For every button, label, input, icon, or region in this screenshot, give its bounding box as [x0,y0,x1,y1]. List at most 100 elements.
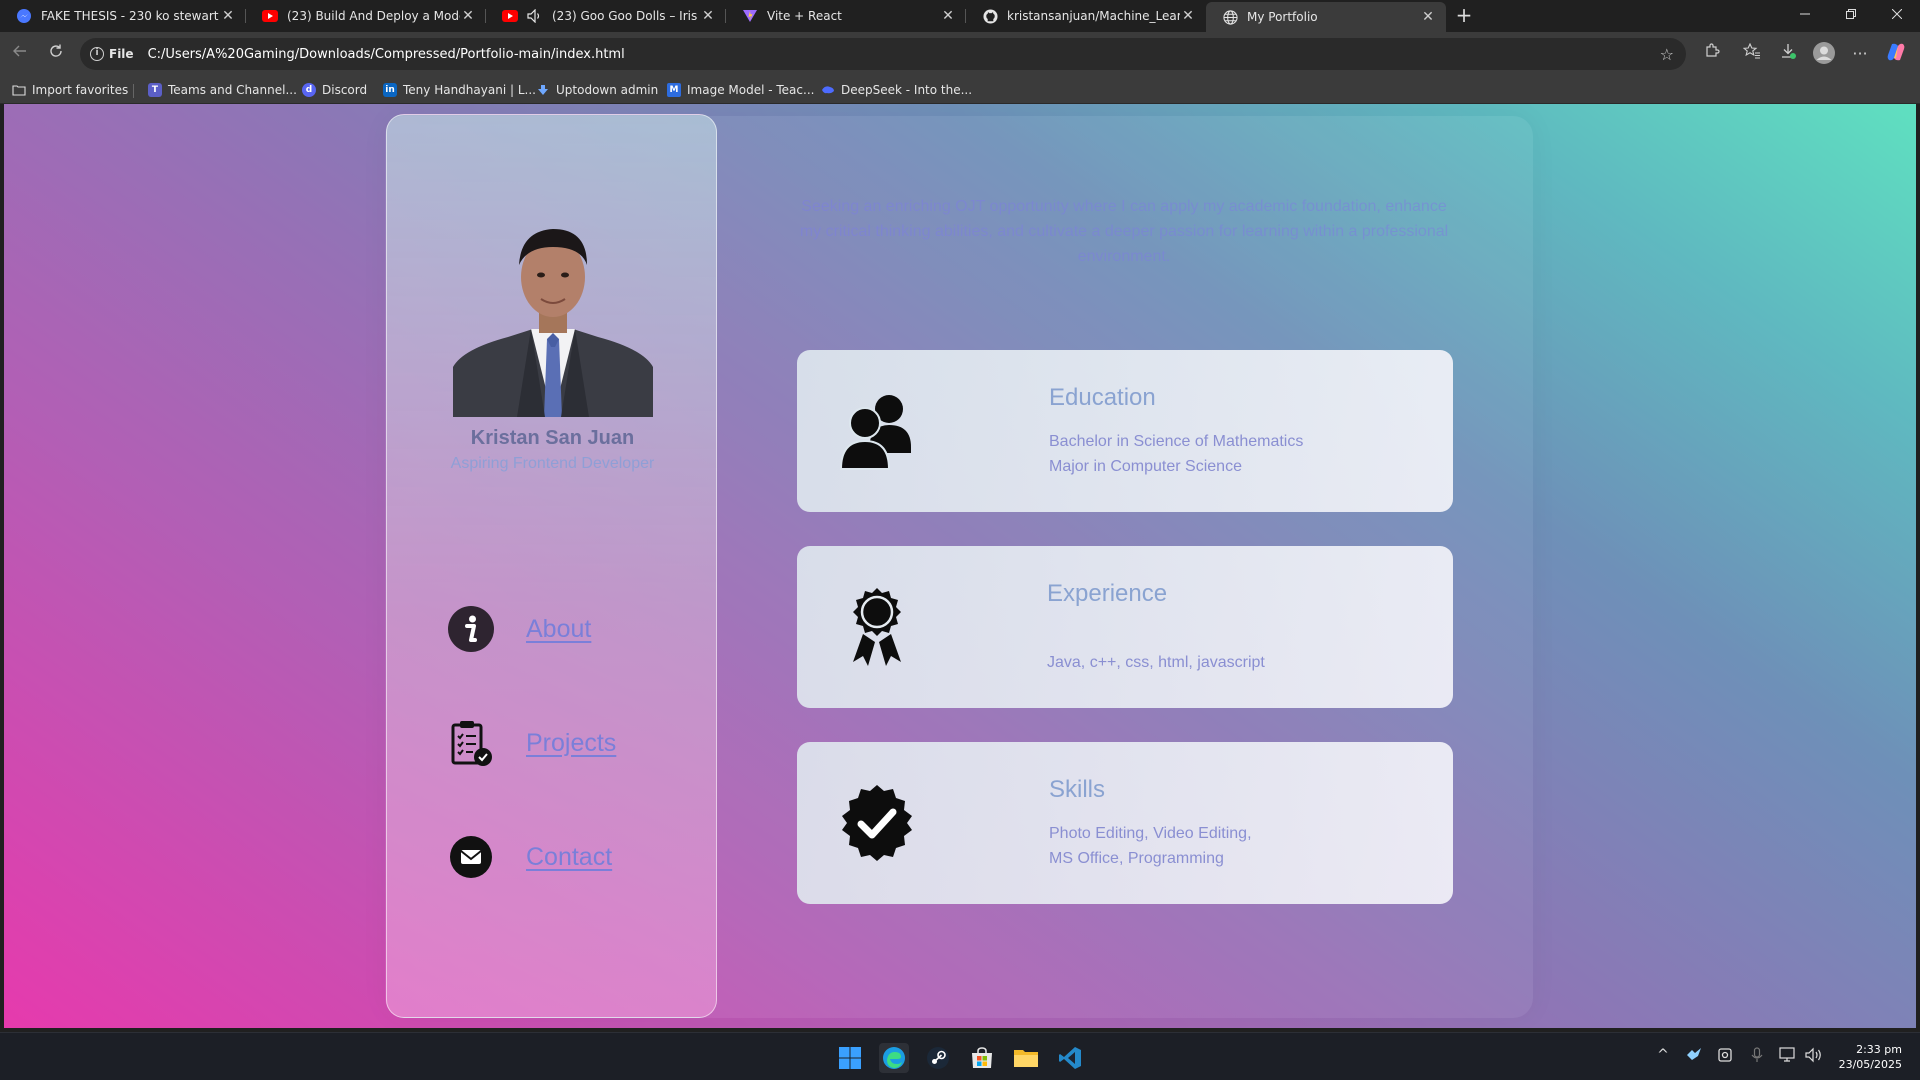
profile-button[interactable] [1812,42,1836,66]
tab-title: Vite + React [767,9,842,23]
extensions-puzzle-icon [1706,43,1720,57]
favorite-deepseek[interactable]: DeepSeek - Into the... [821,81,972,99]
nav-item-contact[interactable]: Contact [447,833,612,881]
card-line: Bachelor in Science of Mathematics [1049,433,1304,450]
objective-text: Seeking an enriching OJT opportunity whe… [799,198,1449,265]
verified-check-icon [837,783,917,863]
nav-link-about[interactable]: About [526,615,591,644]
microphone-icon[interactable] [1746,1047,1768,1067]
favorite-label: Teams and Channel... [168,83,297,97]
mail-icon [447,833,495,881]
volume-icon[interactable] [1803,1047,1825,1067]
favorites-button[interactable] [1740,42,1764,66]
network-icon[interactable] [1777,1047,1799,1067]
favorite-star-icon[interactable]: ☆ [1660,45,1674,64]
site-info-icon[interactable]: i [90,47,104,61]
skills-card: Skills Photo Editing, Video Editing, MS … [797,742,1453,904]
favorites-bar: Import favorites T Teams and Channel... … [0,76,1920,104]
teams-icon: T [148,83,162,97]
card-line: MS Office, Programming [1049,850,1224,867]
favorite-teams[interactable]: T Teams and Channel... [148,81,297,99]
profile-avatar-icon [1813,42,1835,64]
favorite-uptodown[interactable]: Uptodown admin [536,81,658,99]
favorite-label: Uptodown admin [556,83,659,97]
favorites-divider [133,84,134,98]
messenger-icon [16,8,32,24]
back-arrow-icon [13,45,26,57]
youtube-icon [502,8,518,24]
vscode-icon[interactable] [1055,1043,1085,1073]
steam-icon[interactable] [923,1043,953,1073]
favorite-label: Discord [322,83,368,97]
settings-menu-button[interactable]: ··· [1848,42,1872,66]
url-text[interactable]: C:/Users/A%20Gaming/Downloads/Compressed… [148,47,625,62]
tab-build-deploy[interactable]: (23) Build And Deploy a Modern ✕ [246,0,486,32]
downloads-button[interactable] [1776,42,1800,66]
award-ribbon-icon [837,587,917,667]
tab-title: kristansanjuan/Machine_Learning [1007,9,1180,23]
refresh-button[interactable] [44,42,68,66]
edge-icon[interactable] [879,1043,909,1073]
refresh-icon [50,44,62,57]
nav-item-about[interactable]: About [447,605,591,653]
tab-vite-react[interactable]: Vite + React ✕ [726,0,966,32]
favorite-linkedin[interactable]: in Teny Handhayani | L... [383,81,536,99]
profile-name: Kristan San Juan [470,427,635,449]
system-clock[interactable]: 2:33 pm 23/05/2025 [1839,1042,1902,1072]
nav-item-projects[interactable]: Projects [447,719,616,767]
tab-goo-goo-dolls[interactable]: (23) Goo Goo Dolls – Iris [Of ✕ [486,0,726,32]
back-button[interactable] [8,42,32,66]
tab-close-button[interactable]: ✕ [220,8,236,24]
vite-icon [742,8,758,24]
card-line: Photo Editing, Video Editing, [1049,825,1252,842]
taskbar: ^ 2:33 pm 23/05/2025 [0,1032,1920,1080]
tray-overflow-chevron[interactable]: ^ [1652,1047,1674,1063]
favorite-label: Image Model - Teac... [687,83,815,97]
speaker-icon[interactable] [527,8,543,24]
experience-card: Experience Java, c++, css, html, javascr… [797,546,1453,708]
tab-title: (23) Goo Goo Dolls – Iris [Of [552,9,700,23]
tab-github-ml[interactable]: kristansanjuan/Machine_Learning ✕ [966,0,1206,32]
address-bar[interactable]: i File C:/Users/A%20Gaming/Downloads/Com… [80,38,1686,70]
extensions-button[interactable] [1700,42,1724,66]
minimize-button[interactable] [1782,0,1828,32]
windows-start-icon[interactable] [835,1043,865,1073]
tab-close-button[interactable]: ✕ [1180,8,1196,24]
linkedin-icon: in [383,83,397,97]
globe-icon [1222,9,1238,25]
teachable-icon: M [667,83,681,97]
favorite-import[interactable]: Import favorites [12,81,128,99]
favorite-discord[interactable]: d Discord [302,81,367,99]
import-icon [12,83,26,97]
restore-icon [1846,9,1856,19]
profile-sidebar: Kristan San Juan Aspiring Frontend Devel… [386,114,717,1018]
tab-strip: FAKE THESIS - 230 ko stewart | M ✕ (23) … [0,0,1920,32]
nav-link-contact[interactable]: Contact [526,843,612,872]
url-scheme: File [109,47,134,61]
copilot-button[interactable] [1884,42,1908,66]
microsoft-store-icon[interactable] [967,1043,997,1073]
tab-my-portfolio[interactable]: My Portfolio ✕ [1206,2,1446,32]
tab-close-button[interactable]: ✕ [940,8,956,24]
steam-tray-icon[interactable] [1683,1047,1705,1065]
clipboard-check-icon [447,719,495,767]
profile-role: Aspiring Frontend Developer [450,455,655,472]
favorite-label: Import favorites [32,83,129,97]
tab-close-button[interactable]: ✕ [460,8,476,24]
favorite-teachable[interactable]: M Image Model - Teac... [667,81,814,99]
profile-photo [453,217,653,417]
tab-fake-thesis[interactable]: FAKE THESIS - 230 ko stewart | M ✕ [0,0,246,32]
restore-button[interactable] [1828,0,1874,32]
tab-close-button[interactable]: ✕ [700,8,716,24]
browser-toolbar: i File C:/Users/A%20Gaming/Downloads/Com… [0,32,1920,76]
users-icon [837,391,917,471]
file-explorer-icon[interactable] [1011,1043,1041,1073]
info-icon [447,605,495,653]
tab-close-button[interactable]: ✕ [1420,9,1436,25]
security-tray-icon[interactable] [1714,1047,1736,1067]
card-line: Java, c++, css, html, javascript [1047,654,1265,671]
tab-title: (23) Build And Deploy a Modern [287,9,460,23]
nav-link-projects[interactable]: Projects [526,729,616,758]
close-window-button[interactable] [1874,0,1920,32]
new-tab-button[interactable]: + [1452,4,1476,28]
